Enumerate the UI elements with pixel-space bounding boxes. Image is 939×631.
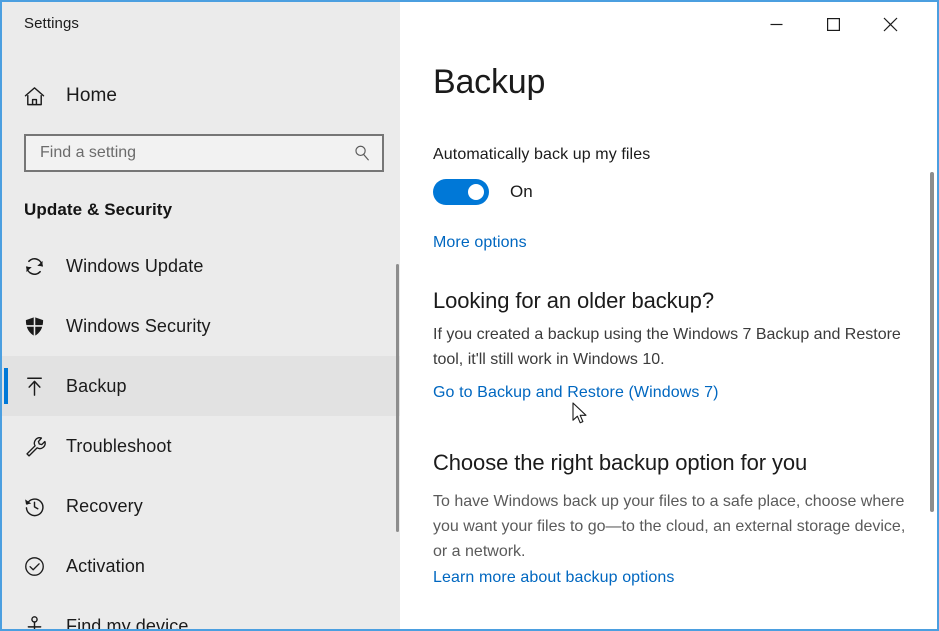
sidebar-item-troubleshoot[interactable]: Troubleshoot bbox=[2, 416, 400, 476]
selection-indicator bbox=[4, 548, 8, 584]
sidebar-item-find-my-device[interactable]: Find my device bbox=[2, 596, 400, 629]
auto-backup-toggle[interactable] bbox=[433, 179, 489, 205]
learn-more-backup-options-link[interactable]: Learn more about backup options bbox=[433, 569, 674, 587]
sidebar-item-home[interactable]: Home bbox=[2, 74, 400, 118]
sidebar-item-label: Recovery bbox=[66, 495, 143, 516]
sidebar-item-recovery[interactable]: Recovery bbox=[2, 476, 400, 536]
toggle-knob bbox=[468, 184, 484, 200]
close-icon bbox=[883, 17, 897, 31]
go-to-backup-and-restore-link[interactable]: Go to Backup and Restore (Windows 7) bbox=[433, 384, 719, 402]
sidebar: Home Update & Security bbox=[2, 48, 400, 629]
choose-option-body: To have Windows back up your files to a … bbox=[433, 493, 906, 560]
app-title: Settings bbox=[24, 15, 79, 32]
sidebar-item-backup[interactable]: Backup bbox=[2, 356, 400, 416]
person-pin-icon bbox=[12, 615, 56, 629]
upload-arrow-icon bbox=[12, 375, 56, 398]
sidebar-item-label: Troubleshoot bbox=[66, 435, 172, 456]
choose-option-heading: Choose the right backup option for you bbox=[433, 450, 808, 475]
refresh-icon bbox=[12, 255, 56, 278]
sidebar-item-label: Windows Update bbox=[66, 255, 204, 276]
content-scrollbar[interactable] bbox=[930, 172, 934, 512]
sidebar-item-activation[interactable]: Activation bbox=[2, 536, 400, 596]
sidebar-item-windows-security[interactable]: Windows Security bbox=[2, 296, 400, 356]
older-backup-body: If you created a backup using the Window… bbox=[433, 326, 901, 368]
sidebar-item-home-label: Home bbox=[66, 85, 118, 106]
sidebar-nav-list: Windows Update Windows Security Backup T… bbox=[2, 236, 400, 629]
sidebar-item-label: Windows Security bbox=[66, 315, 211, 336]
minimize-button[interactable] bbox=[753, 2, 799, 46]
close-button[interactable] bbox=[867, 2, 913, 46]
selection-indicator bbox=[4, 428, 8, 464]
title-bar: Settings bbox=[2, 2, 937, 48]
sidebar-item-label: Find my device bbox=[66, 615, 189, 630]
settings-window: Settings Home Find a setting Update & Se… bbox=[0, 0, 939, 631]
sidebar-item-windows-update[interactable]: Windows Update bbox=[2, 236, 400, 296]
search-input[interactable] bbox=[26, 144, 342, 162]
more-options-link[interactable]: More options bbox=[433, 234, 527, 252]
main-content: Backup Automatically back up my files On… bbox=[400, 48, 937, 629]
sidebar-item-label: Backup bbox=[66, 375, 127, 396]
selection-indicator bbox=[4, 248, 8, 284]
minimize-icon bbox=[770, 23, 782, 25]
page-title: Backup bbox=[433, 63, 546, 101]
sidebar-scrollbar[interactable] bbox=[396, 264, 399, 532]
maximize-icon bbox=[826, 17, 840, 31]
maximize-button[interactable] bbox=[810, 2, 856, 46]
history-clock-icon bbox=[12, 495, 56, 518]
auto-backup-toggle-row: On bbox=[433, 179, 533, 205]
wrench-icon bbox=[12, 435, 56, 458]
sidebar-item-label: Activation bbox=[66, 555, 146, 576]
selection-indicator bbox=[4, 488, 8, 524]
shield-icon bbox=[12, 315, 56, 338]
selection-indicator bbox=[4, 608, 8, 629]
sidebar-group-title: Update & Security bbox=[24, 200, 173, 219]
auto-backup-label: Automatically back up my files bbox=[433, 146, 651, 163]
home-icon bbox=[12, 85, 56, 108]
search-box[interactable] bbox=[24, 134, 384, 172]
older-backup-heading: Looking for an older backup? bbox=[433, 288, 714, 313]
selection-indicator bbox=[4, 368, 8, 404]
check-circle-icon bbox=[12, 555, 56, 578]
search-icon[interactable] bbox=[342, 144, 382, 162]
toggle-state-label: On bbox=[510, 182, 533, 201]
selection-indicator bbox=[4, 308, 8, 344]
